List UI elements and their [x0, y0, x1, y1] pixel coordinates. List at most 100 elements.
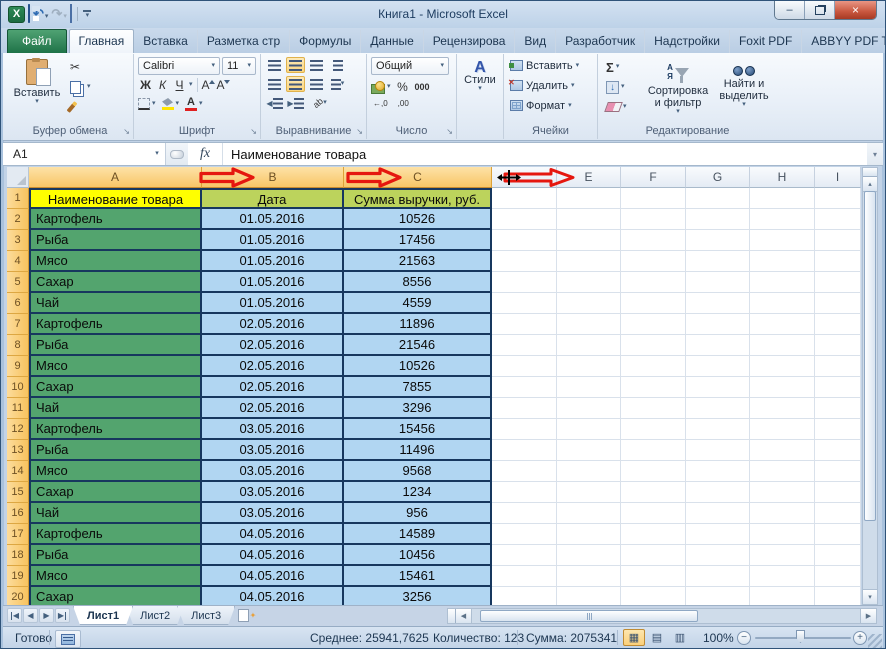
cell[interactable] — [557, 230, 621, 251]
next-sheet-button[interactable]: ▶ — [39, 608, 54, 623]
grow-font-button[interactable]: А — [202, 78, 215, 92]
cell[interactable]: 4559 — [344, 293, 492, 314]
cell[interactable] — [750, 293, 815, 314]
cell[interactable] — [492, 440, 557, 461]
cell[interactable]: 04.05.2016 — [202, 524, 344, 545]
font-size-select[interactable]: 11▾ — [222, 57, 256, 75]
cell[interactable] — [557, 545, 621, 566]
align-center-button[interactable] — [286, 76, 305, 92]
cell[interactable]: Наименование товара — [29, 188, 202, 209]
cell[interactable]: 01.05.2016 — [202, 272, 344, 293]
cell[interactable] — [621, 461, 686, 482]
cell[interactable] — [815, 503, 861, 524]
cell[interactable] — [750, 566, 815, 587]
sort-filter-button[interactable]: АЯ Сортировка и фильтр ▾ — [644, 57, 712, 133]
cell[interactable] — [750, 209, 815, 230]
cell[interactable] — [750, 587, 815, 605]
cell[interactable] — [557, 209, 621, 230]
cell[interactable] — [492, 398, 557, 419]
column-header-B[interactable]: B — [202, 167, 344, 188]
cell[interactable] — [686, 524, 750, 545]
cell[interactable] — [686, 209, 750, 230]
fill-color-button[interactable]: ▾ — [162, 95, 180, 113]
cell[interactable] — [492, 419, 557, 440]
row-header[interactable]: 12 — [7, 419, 29, 440]
accounting-format-button[interactable]: ▾ — [371, 78, 391, 96]
cell[interactable] — [750, 251, 815, 272]
tab-file[interactable]: Файл — [7, 29, 67, 53]
cell[interactable]: 03.05.2016 — [202, 503, 344, 524]
zoom-in-button[interactable]: + — [853, 631, 867, 645]
comma-style-button[interactable]: 000 — [415, 82, 430, 92]
macro-record-button[interactable] — [55, 630, 81, 648]
cell[interactable] — [815, 251, 861, 272]
formula-content[interactable]: Наименование товара — [223, 143, 867, 165]
cell[interactable] — [621, 293, 686, 314]
row-header[interactable]: 13 — [7, 440, 29, 461]
vertical-scroll-thumb[interactable] — [864, 191, 876, 521]
cell[interactable]: Рыба — [29, 230, 202, 251]
cell[interactable] — [492, 482, 557, 503]
tab-foxit[interactable]: Foxit PDF — [730, 30, 802, 53]
cell[interactable] — [621, 272, 686, 293]
cell[interactable]: Рыба — [29, 440, 202, 461]
tab-abbyy[interactable]: ABBYY PDF Tr — [802, 30, 886, 53]
cell[interactable] — [621, 377, 686, 398]
cell[interactable] — [815, 545, 861, 566]
cell[interactable] — [686, 545, 750, 566]
cell[interactable] — [815, 188, 861, 209]
cell[interactable] — [686, 356, 750, 377]
cell[interactable]: Чай — [29, 398, 202, 419]
name-box[interactable]: A1 ▾ — [3, 143, 166, 165]
cell[interactable]: Картофель — [29, 209, 202, 230]
alignment-dialog-launcher-icon[interactable]: ↘ — [356, 127, 363, 136]
cell[interactable] — [492, 293, 557, 314]
tab-review[interactable]: Рецензирова — [424, 30, 516, 53]
cell[interactable] — [815, 398, 861, 419]
align-middle-button[interactable] — [286, 57, 305, 73]
cell[interactable]: 03.05.2016 — [202, 482, 344, 503]
tab-formulas[interactable]: Формулы — [290, 30, 361, 53]
scroll-left-icon[interactable]: ◀ — [456, 609, 472, 623]
decrease-indent-button[interactable]: ◀ — [265, 95, 284, 111]
number-dialog-launcher-icon[interactable]: ↘ — [446, 127, 453, 136]
column-header-hidden[interactable] — [492, 167, 557, 188]
cell[interactable] — [621, 314, 686, 335]
zoom-out-button[interactable]: − — [737, 631, 751, 645]
cell[interactable] — [750, 272, 815, 293]
cell[interactable] — [492, 335, 557, 356]
cell[interactable]: 02.05.2016 — [202, 356, 344, 377]
find-select-button[interactable]: Найти и выделить ▾ — [714, 57, 774, 133]
cell[interactable] — [815, 419, 861, 440]
cell[interactable] — [557, 314, 621, 335]
select-all-corner[interactable] — [7, 167, 29, 188]
cell[interactable]: 01.05.2016 — [202, 230, 344, 251]
cell[interactable] — [815, 209, 861, 230]
minimize-button[interactable]: – — [775, 1, 805, 19]
cell[interactable] — [750, 188, 815, 209]
copy-button[interactable]: ▾ — [67, 78, 94, 96]
cell[interactable]: 02.05.2016 — [202, 398, 344, 419]
cell[interactable] — [750, 545, 815, 566]
tab-data[interactable]: Данные — [361, 30, 423, 53]
paste-button[interactable]: Вставить ▾ — [13, 56, 61, 124]
cell[interactable] — [557, 356, 621, 377]
cell[interactable] — [492, 272, 557, 293]
fill-button[interactable]: ↓▾ — [603, 78, 630, 96]
bold-button[interactable]: Ж — [138, 78, 153, 92]
cell[interactable] — [492, 461, 557, 482]
cell[interactable]: Мясо — [29, 356, 202, 377]
decrease-decimal-button[interactable]: ,00 — [396, 99, 411, 109]
sheet-tab-Лист3[interactable]: Лист3 — [177, 606, 235, 625]
cell[interactable] — [750, 419, 815, 440]
cell[interactable] — [815, 314, 861, 335]
cell[interactable] — [557, 251, 621, 272]
orientation-button[interactable]: ab▾ — [307, 95, 333, 111]
cell[interactable]: 03.05.2016 — [202, 440, 344, 461]
cell[interactable] — [686, 251, 750, 272]
cell[interactable] — [686, 188, 750, 209]
insert-function-button[interactable]: fx — [188, 143, 223, 165]
maximize-button[interactable] — [805, 1, 835, 19]
cell[interactable] — [750, 461, 815, 482]
cell[interactable]: 01.05.2016 — [202, 209, 344, 230]
